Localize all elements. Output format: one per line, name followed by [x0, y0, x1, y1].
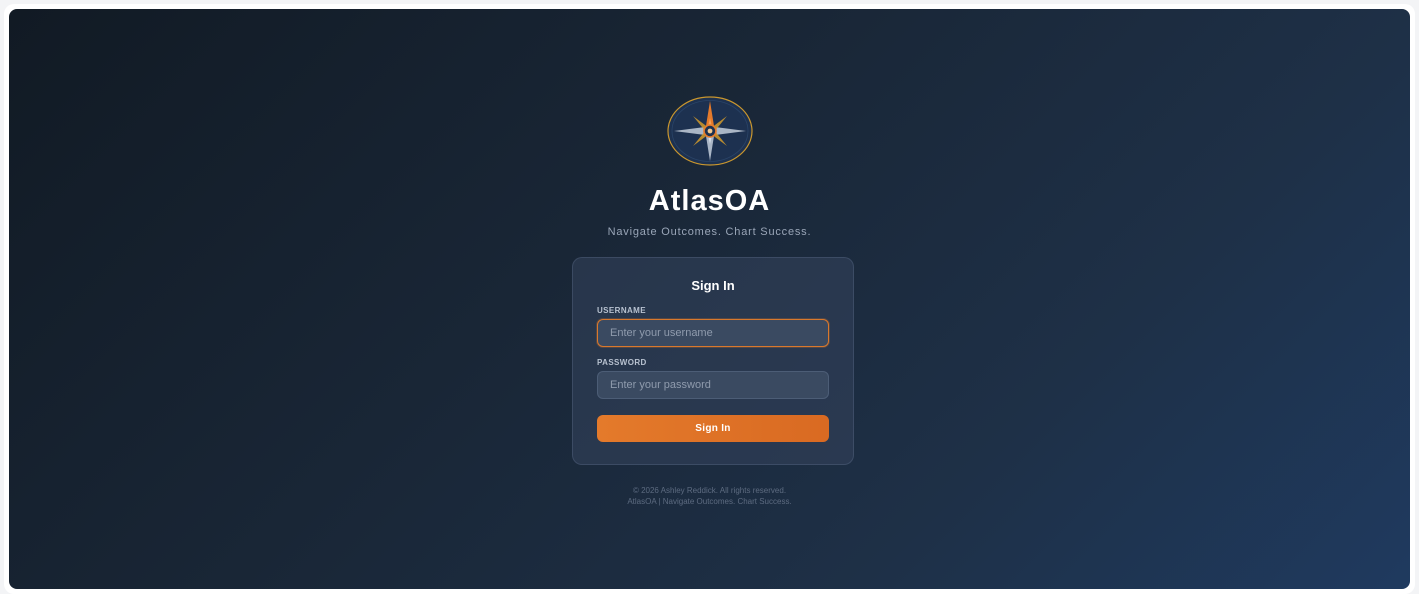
username-input[interactable] [597, 319, 829, 347]
sign-in-heading: Sign In [691, 278, 735, 293]
password-label: PASSWORD [597, 358, 647, 367]
app-tagline: Navigate Outcomes. Chart Success. [607, 226, 812, 238]
app-title: AtlasOA [648, 185, 771, 217]
brand-header: AtlasOA Navigate Outcomes. Chart Success… [9, 95, 1410, 238]
compass-rose-icon [666, 96, 753, 166]
password-input[interactable] [597, 371, 829, 399]
sign-in-card: Sign In USERNAME PASSWORD Sign In [572, 257, 854, 465]
copyright-text: © 2026 Ashley Reddick. All rights reserv… [632, 486, 787, 495]
footer: © 2026 Ashley Reddick. All rights reserv… [9, 485, 1410, 507]
window-frame: AtlasOA Navigate Outcomes. Chart Success… [4, 4, 1415, 594]
sign-in-button[interactable]: Sign In [597, 415, 829, 442]
login-screen: AtlasOA Navigate Outcomes. Chart Success… [9, 9, 1410, 589]
footer-tagline: AtlasOA | Navigate Outcomes. Chart Succe… [627, 497, 792, 506]
username-label: USERNAME [597, 306, 646, 315]
